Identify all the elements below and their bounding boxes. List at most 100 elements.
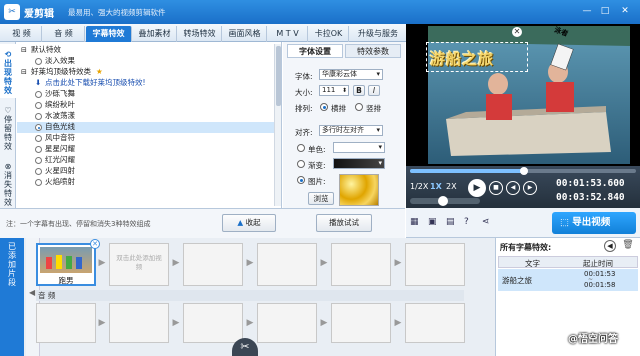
tab-mtv[interactable]: M T V xyxy=(268,26,308,42)
tab-effect-params[interactable]: 特效参数 xyxy=(345,44,401,58)
download-link[interactable]: ⬇ 点击此处下载好莱坞顶级特效! xyxy=(17,78,281,89)
tab-transition[interactable]: 转场特效 xyxy=(178,26,222,42)
gradient-picker[interactable]: ▾ xyxy=(333,158,385,169)
close-icon[interactable]: ✕ xyxy=(512,27,522,37)
tab-style[interactable]: 画面风格 xyxy=(223,26,267,42)
tab-font-settings[interactable]: 字体设置 xyxy=(287,44,343,58)
tab-subtitle-effects[interactable]: 字幕特效 xyxy=(86,26,132,42)
align-label: 对齐: xyxy=(295,128,313,137)
clip-thumbnail xyxy=(40,247,92,273)
list-item[interactable]: 淡入效果 xyxy=(17,56,281,67)
list-item[interactable]: 火焰喷射 xyxy=(17,177,281,188)
list-scrollbar[interactable] xyxy=(274,44,281,206)
radio-icon[interactable] xyxy=(35,91,42,98)
close-icon[interactable]: ✕ xyxy=(618,5,632,18)
radio-icon[interactable] xyxy=(35,168,42,175)
align-select[interactable]: 多行时左对齐 ▾ xyxy=(319,125,383,136)
radio-icon[interactable] xyxy=(35,113,42,120)
list-item[interactable]: 沙砾飞舞 xyxy=(17,89,281,100)
stop-button[interactable]: ■ xyxy=(489,181,503,195)
tab-audio[interactable]: 音 频 xyxy=(43,26,85,42)
size-stepper[interactable]: 111 ⬍ xyxy=(319,85,349,96)
progress-track[interactable] xyxy=(410,167,636,175)
folder-icon[interactable]: ▣ xyxy=(428,217,440,229)
prev-frame-button[interactable]: ◀ xyxy=(506,181,520,195)
collapse-icon[interactable]: ⊟ xyxy=(21,45,27,56)
play-test-button[interactable]: 播放试试 xyxy=(316,214,372,232)
radio-icon[interactable] xyxy=(35,58,42,65)
add-clip-icon[interactable]: ▦ xyxy=(410,217,422,229)
added-clips-tab[interactable]: 已添加片段 xyxy=(0,238,24,356)
radio-icon[interactable] xyxy=(35,124,42,131)
vtab-appear[interactable]: ⟲ 出现特效 xyxy=(0,44,16,98)
video-preview[interactable]: 游船之旅 泳者 ✕ xyxy=(406,24,640,166)
chevron-down-icon: ▾ xyxy=(378,143,382,151)
radio-icon[interactable] xyxy=(35,157,42,164)
italic-button[interactable]: I xyxy=(368,85,380,96)
save-icon[interactable]: ▤ xyxy=(446,217,458,229)
vtab-stay[interactable]: ♡ 停留特效 xyxy=(0,100,16,154)
radio-solid[interactable] xyxy=(297,144,305,152)
speed-double[interactable]: 2X xyxy=(446,182,457,191)
list-item[interactable]: 星星闪耀 xyxy=(17,144,281,155)
radio-icon[interactable] xyxy=(35,146,42,153)
collapse-icon[interactable]: ⊟ xyxy=(21,67,27,78)
audio-slot[interactable] xyxy=(331,303,391,343)
font-select[interactable]: 华康彩云体 ▾ xyxy=(319,69,383,80)
list-item[interactable]: 缤纷秋叶 xyxy=(17,100,281,111)
audio-slot[interactable] xyxy=(405,303,465,343)
audio-slot[interactable] xyxy=(257,303,317,343)
tab-upgrade[interactable]: 升级与服务 xyxy=(350,26,406,42)
tab-karaoke[interactable]: 卡拉OK xyxy=(309,26,349,42)
timeline-clip-empty[interactable] xyxy=(331,243,391,286)
export-video-button[interactable]: ⬚ 导出视频 xyxy=(552,212,636,234)
radio-icon[interactable] xyxy=(35,102,42,109)
collapse-button[interactable]: ▲ 收起 xyxy=(222,214,276,232)
speed-normal[interactable]: 1X xyxy=(430,182,442,191)
back-icon[interactable]: ◀ xyxy=(604,240,616,252)
list-item[interactable]: 火星四射 xyxy=(17,166,281,177)
radio-gradient[interactable] xyxy=(297,160,305,168)
vtab-disappear[interactable]: ⊗ 消失特效 xyxy=(0,156,16,208)
list-item[interactable]: 水波荡漾 xyxy=(17,111,281,122)
radio-image[interactable] xyxy=(297,176,305,184)
maximize-icon[interactable]: □ xyxy=(598,5,612,18)
timeline-clip-placeholder[interactable]: 双击此处添加视频 xyxy=(109,243,169,286)
share-icon[interactable]: ⋖ xyxy=(482,217,494,229)
volume-thumb[interactable] xyxy=(438,196,448,206)
table-row[interactable]: 游船之旅 00:01:53 ~ 00:01:58 xyxy=(498,269,638,291)
audio-slot[interactable] xyxy=(109,303,169,343)
timeline-clip-empty[interactable] xyxy=(257,243,317,286)
scrollbar-thumb[interactable] xyxy=(276,46,281,106)
image-texture-preview[interactable] xyxy=(339,174,379,206)
speed-half[interactable]: 1/2X xyxy=(410,182,428,191)
timeline-clip-empty[interactable] xyxy=(405,243,465,286)
timeline-clip-selected[interactable]: 跑男 ✕ xyxy=(36,239,100,286)
delete-icon[interactable]: 🗑 xyxy=(622,240,634,252)
list-item[interactable]: 风中音符 xyxy=(17,133,281,144)
list-group-recommended[interactable]: ⊟ 好莱坞顶级特效类 ★ xyxy=(17,67,281,78)
radio-horizontal[interactable] xyxy=(320,103,328,111)
radio-vertical[interactable] xyxy=(355,103,363,111)
solid-color-picker[interactable]: ▾ xyxy=(333,142,385,153)
help-icon[interactable]: ? xyxy=(464,217,476,229)
bold-button[interactable]: B xyxy=(353,85,365,96)
tab-video[interactable]: 视 频 xyxy=(2,26,42,42)
remove-clip-icon[interactable]: ✕ xyxy=(90,239,100,249)
browse-button[interactable]: 浏览 xyxy=(308,192,334,205)
next-frame-button[interactable]: ▶ xyxy=(523,181,537,195)
timeline-clip-empty[interactable] xyxy=(183,243,243,286)
list-item-selected[interactable]: 自色光线 xyxy=(17,122,281,133)
audio-slot[interactable] xyxy=(36,303,96,343)
audio-slot[interactable] xyxy=(183,303,243,343)
tab-overlay[interactable]: 叠加素材 xyxy=(133,26,177,42)
radio-icon[interactable] xyxy=(35,179,42,186)
minimize-icon[interactable]: — xyxy=(580,5,594,18)
volume-slider[interactable] xyxy=(410,196,480,206)
list-item[interactable]: 红光闪耀 xyxy=(17,155,281,166)
arrow-right-icon: ▶ xyxy=(394,318,402,328)
list-group-default[interactable]: ⊟ 默认特效 xyxy=(17,45,281,56)
play-button[interactable]: ▶ xyxy=(468,179,486,197)
radio-icon[interactable] xyxy=(35,135,42,142)
progress-thumb[interactable] xyxy=(520,167,528,175)
